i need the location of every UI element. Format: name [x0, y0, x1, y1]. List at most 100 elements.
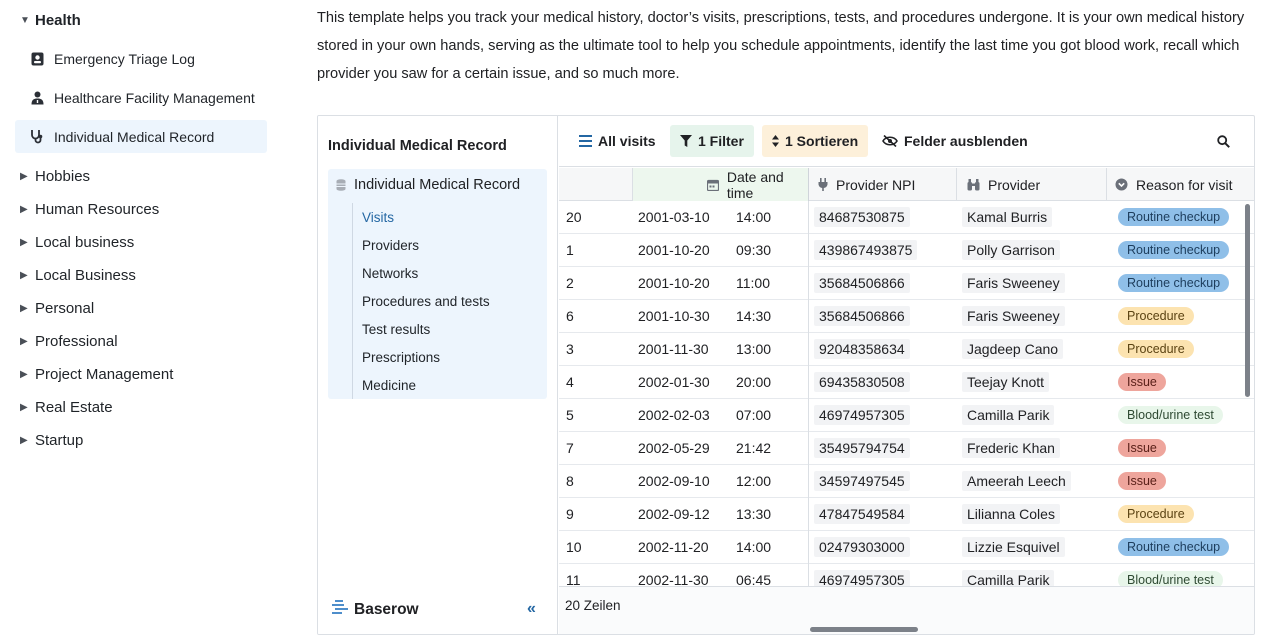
views-button[interactable]: All visits — [569, 125, 666, 157]
npi-cell[interactable]: 34597497545 — [814, 465, 910, 497]
provider-cell[interactable]: Camilla Parik — [962, 564, 1055, 586]
date-cell[interactable]: 2001-10-20 — [638, 234, 710, 266]
table-item-medicine[interactable]: Medicine — [353, 371, 490, 399]
reason-cell[interactable]: Routine checkup — [1118, 234, 1230, 266]
provider-cell[interactable]: Faris Sweeney — [962, 267, 1065, 299]
date-cell[interactable]: 2002-09-10 — [638, 465, 710, 497]
time-cell[interactable]: 09:30 — [736, 234, 771, 266]
table-row[interactable]: 6 2001-10-30 14:30 35684506866 Faris Sweeney… — [559, 300, 1254, 333]
npi-cell[interactable]: 35684506866 — [814, 300, 910, 332]
reason-cell[interactable]: Blood/urine test — [1118, 399, 1223, 431]
time-cell[interactable]: 14:00 — [736, 201, 771, 233]
table-row[interactable]: 10 2002-11-20 14:00 02479303000 Lizzie Esqui… — [559, 531, 1254, 564]
sort-button[interactable]: 1 Sortieren — [762, 125, 869, 157]
category-hobbies[interactable]: ▶ Hobbies — [20, 164, 90, 188]
table-row[interactable]: 3 2001-11-30 13:00 92048358634 Jagdeep Cano P… — [559, 333, 1254, 366]
reason-cell[interactable]: Blood/urine test — [1118, 564, 1223, 586]
provider-cell[interactable]: Ameerah Leech — [962, 465, 1071, 497]
horizontal-scrollbar[interactable] — [810, 627, 918, 632]
provider-cell[interactable]: Camilla Parik — [962, 399, 1055, 431]
date-cell[interactable]: 2002-11-20 — [638, 531, 709, 563]
table-item-procedures-and-tests[interactable]: Procedures and tests — [353, 287, 490, 315]
database-item[interactable]: Individual Medical Record — [336, 175, 520, 195]
npi-cell[interactable]: 02479303000 — [814, 531, 910, 563]
time-cell[interactable]: 20:00 — [736, 366, 771, 398]
table-row[interactable]: 9 2002-09-12 13:30 47847549584 Lilianna Cole… — [559, 498, 1254, 531]
reason-cell[interactable]: Procedure — [1118, 300, 1194, 332]
table-item-test-results[interactable]: Test results — [353, 315, 490, 343]
column-header-date[interactable]: Date and time — [633, 168, 809, 201]
provider-cell[interactable]: Jagdeep Cano — [962, 333, 1064, 365]
npi-cell[interactable]: 35495794754 — [814, 432, 910, 464]
table-item-networks[interactable]: Networks — [353, 259, 490, 287]
time-cell[interactable]: 14:30 — [736, 300, 771, 332]
date-cell[interactable]: 2001-03-10 — [638, 201, 710, 233]
vertical-scrollbar[interactable] — [1245, 204, 1250, 397]
table-row[interactable]: 20 2001-03-10 14:00 84687530875 Kamal Burris… — [559, 201, 1254, 234]
hide-fields-button[interactable]: Felder ausblenden — [872, 125, 1038, 157]
time-cell[interactable]: 11:00 — [736, 267, 770, 299]
npi-cell[interactable]: 92048358634 — [814, 333, 910, 365]
table-item-prescriptions[interactable]: Prescriptions — [353, 343, 490, 371]
template-emergency-triage-log[interactable]: Emergency Triage Log — [15, 42, 267, 75]
npi-cell[interactable]: 46974957305 — [814, 564, 910, 586]
category-real-estate[interactable]: ▶ Real Estate — [20, 395, 113, 419]
category-human-resources[interactable]: ▶ Human Resources — [20, 197, 159, 221]
provider-cell[interactable]: Frederic Khan — [962, 432, 1060, 464]
provider-cell[interactable]: Lizzie Esquivel — [962, 531, 1065, 563]
npi-cell[interactable]: 69435830508 — [814, 366, 910, 398]
date-cell[interactable]: 2002-11-30 — [638, 564, 709, 586]
npi-cell[interactable]: 47847549584 — [814, 498, 910, 530]
provider-cell[interactable]: Kamal Burris — [962, 201, 1053, 233]
table-row[interactable]: 7 2002-05-29 21:42 35495794754 Frederic Khan… — [559, 432, 1254, 465]
npi-cell[interactable]: 46974957305 — [814, 399, 910, 431]
reason-cell[interactable]: Procedure — [1118, 498, 1194, 530]
category-local-business-2[interactable]: ▶ Local Business — [20, 263, 136, 287]
npi-cell[interactable]: 35684506866 — [814, 267, 910, 299]
template-individual-medical-record[interactable]: Individual Medical Record — [15, 120, 267, 153]
provider-cell[interactable]: Lilianna Coles — [962, 498, 1060, 530]
table-item-providers[interactable]: Providers — [353, 231, 490, 259]
table-row[interactable]: 11 2002-11-30 06:45 46974957305 Camilla Pari… — [559, 564, 1254, 586]
reason-cell[interactable]: Routine checkup — [1118, 267, 1230, 299]
reason-cell[interactable]: Issue — [1118, 432, 1166, 464]
time-cell[interactable]: 21:42 — [736, 432, 771, 464]
time-cell[interactable]: 12:00 — [736, 465, 771, 497]
date-cell[interactable]: 2001-11-30 — [638, 333, 709, 365]
time-cell[interactable]: 07:00 — [736, 399, 771, 431]
provider-cell[interactable]: Faris Sweeney — [962, 300, 1065, 332]
time-cell[interactable]: 13:00 — [736, 333, 771, 365]
reason-cell[interactable]: Issue — [1118, 366, 1166, 398]
category-project-management[interactable]: ▶ Project Management — [20, 362, 173, 386]
category-startup[interactable]: ▶ Startup — [20, 428, 83, 452]
reason-cell[interactable]: Routine checkup — [1118, 201, 1230, 233]
column-header-reason[interactable]: Reason for visit — [1107, 168, 1254, 201]
date-cell[interactable]: 2002-05-29 — [638, 432, 710, 464]
table-row[interactable]: 1 2001-10-20 09:30 439867493875 Polly Garris… — [559, 234, 1254, 267]
date-cell[interactable]: 2002-09-12 — [638, 498, 710, 530]
npi-cell[interactable]: 439867493875 — [814, 234, 918, 266]
provider-cell[interactable]: Teejay Knott — [962, 366, 1050, 398]
table-row[interactable]: 4 2002-01-30 20:00 69435830508 Teejay Knott I… — [559, 366, 1254, 399]
time-cell[interactable]: 14:00 — [736, 531, 771, 563]
category-local-business[interactable]: ▶ Local business — [20, 230, 134, 254]
search-button[interactable] — [1207, 125, 1246, 157]
column-header-provider[interactable]: Provider — [957, 168, 1107, 201]
filter-button[interactable]: 1 Filter — [670, 125, 754, 157]
table-row[interactable]: 2 2001-10-20 11:00 35684506866 Faris Sweeney… — [559, 267, 1254, 300]
npi-cell[interactable]: 84687530875 — [814, 201, 910, 233]
column-header-npi[interactable]: Provider NPI — [809, 168, 957, 201]
date-cell[interactable]: 2002-02-03 — [638, 399, 710, 431]
reason-cell[interactable]: Issue — [1118, 465, 1166, 497]
date-cell[interactable]: 2001-10-20 — [638, 267, 710, 299]
date-cell[interactable]: 2002-01-30 — [638, 366, 710, 398]
table-row[interactable]: 5 2002-02-03 07:00 46974957305 Camilla Parik… — [559, 399, 1254, 432]
category-personal[interactable]: ▶ Personal — [20, 296, 94, 320]
category-health[interactable]: ▼ Health — [20, 8, 81, 32]
table-row[interactable]: 8 2002-09-10 12:00 34597497545 Ameerah Leech… — [559, 465, 1254, 498]
category-professional[interactable]: ▶ Professional — [20, 329, 118, 353]
date-cell[interactable]: 2001-10-30 — [638, 300, 710, 332]
reason-cell[interactable]: Procedure — [1118, 333, 1194, 365]
template-healthcare-facility-management[interactable]: Healthcare Facility Management — [15, 81, 267, 114]
reason-cell[interactable]: Routine checkup — [1118, 531, 1230, 563]
